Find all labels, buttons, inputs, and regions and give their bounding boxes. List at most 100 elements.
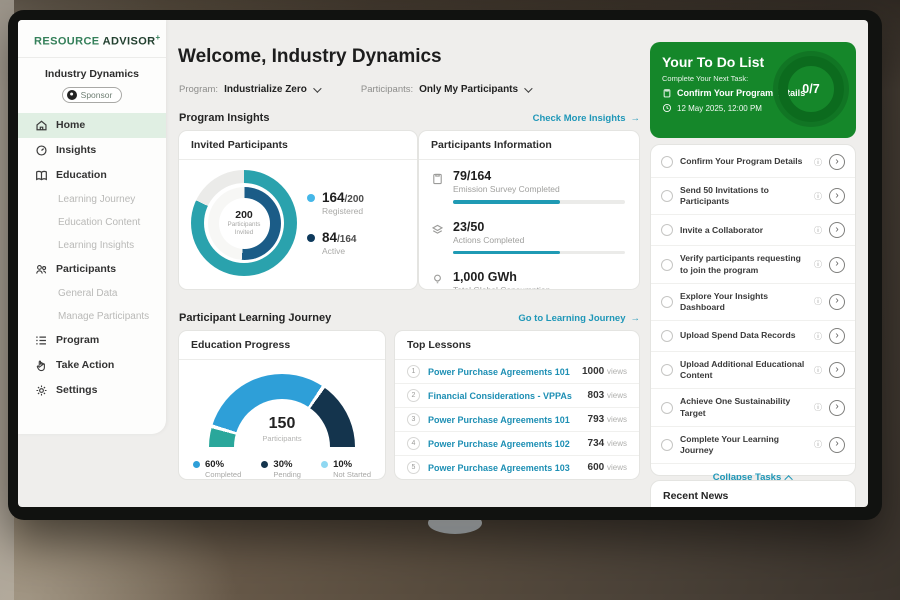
lesson-rank: 5	[407, 461, 420, 474]
filter-label: Program:	[179, 84, 218, 95]
gauge-center-value: 150	[269, 415, 296, 433]
lesson-row: 2 Financial Considerations - VPPAs 803 v…	[395, 384, 639, 408]
sidebar-item[interactable]: Home	[18, 113, 166, 138]
task-checkbox[interactable]	[661, 224, 673, 236]
brand-logo[interactable]: RESOURCE ADVISOR+	[18, 20, 166, 58]
donut-legend: 164/200 Registered 84/164 Active	[307, 190, 364, 256]
task-chevron-button[interactable]: ›	[829, 328, 845, 344]
info-icon: ⓘ	[814, 331, 822, 342]
sidebar-item[interactable]: General Data	[18, 282, 166, 305]
progress-fill	[453, 200, 560, 204]
todo-task-row[interactable]: Send 50 Invitations to Participants ⓘ ›	[651, 178, 855, 215]
insights-icon	[35, 144, 48, 157]
task-checkbox[interactable]	[661, 190, 673, 202]
gauge-legend: 60% Completed 30% Pending	[179, 451, 385, 479]
brand-secondary: ADVISOR	[103, 36, 156, 48]
legend-dot	[321, 461, 328, 468]
take-action-icon	[35, 359, 48, 372]
actions-icon	[431, 223, 444, 236]
task-checkbox[interactable]	[661, 330, 673, 342]
todo-task-row[interactable]: Complete Your Learning Journey ⓘ ›	[651, 427, 855, 464]
sidebar-item[interactable]: Program	[18, 328, 166, 353]
sponsor-badge[interactable]: ● Sponsor	[62, 87, 123, 103]
card-title: Participants Information	[419, 131, 639, 160]
lesson-views-suffix: views	[607, 367, 627, 376]
task-checkbox[interactable]	[661, 259, 673, 271]
task-label: Upload Additional Educational Content	[680, 359, 807, 381]
sidebar-item[interactable]: Education Content	[18, 211, 166, 234]
lesson-link[interactable]: Financial Considerations - VPPAs	[428, 391, 580, 401]
task-checkbox[interactable]	[661, 156, 673, 168]
todo-task-row[interactable]: Upload Additional Educational Content ⓘ …	[651, 352, 855, 389]
todo-task-row[interactable]: Explore Your Insights Dashboard ⓘ ›	[651, 284, 855, 321]
sidebar-item[interactable]: Insights	[18, 138, 166, 163]
todo-task-row[interactable]: Upload Spend Data Records ⓘ ›	[651, 321, 855, 352]
info-value: 1,000 GWh	[453, 270, 625, 284]
todo-task-row[interactable]: Achieve One Sustainability Target ⓘ ›	[651, 389, 855, 426]
info-label: Actions Completed	[453, 235, 625, 245]
check-more-insights-link[interactable]: Check More Insights →	[533, 113, 640, 124]
donut-chart-area: 200 Participants Invited 164/200	[179, 160, 417, 286]
gauge-center-label: Participants	[262, 434, 301, 443]
sponsor-label: Sponsor	[81, 90, 113, 100]
sidebar-item-label: Insights	[56, 144, 96, 156]
arrow-right-icon: →	[631, 313, 641, 324]
legend-dot	[307, 194, 315, 202]
arrow-right-icon: →	[631, 113, 641, 124]
lesson-views: 600	[588, 462, 605, 473]
task-chevron-button[interactable]: ›	[829, 257, 845, 273]
brand-plus: +	[156, 33, 161, 42]
task-chevron-button[interactable]: ›	[829, 437, 845, 453]
task-checkbox[interactable]	[661, 439, 673, 451]
lesson-link[interactable]: Power Purchase Agreements 102	[428, 439, 580, 449]
filter-dropdown[interactable]: Program: Industrialize Zero	[179, 84, 319, 95]
task-chevron-button[interactable]: ›	[829, 188, 845, 204]
todo-task-row[interactable]: Verify participants requesting to join t…	[651, 246, 855, 283]
monitor-bezel: RESOURCE ADVISOR+ Industry Dynamics ● Sp…	[8, 10, 882, 520]
sidebar-item-label: Education	[56, 169, 107, 181]
todo-panel: Your To Do List Complete Your Next Task:…	[650, 20, 856, 507]
lesson-views: 1000	[582, 366, 604, 377]
todo-task-row[interactable]: Confirm Your Program Details ⓘ ›	[651, 147, 855, 178]
lesson-link[interactable]: Power Purchase Agreements 101	[428, 415, 580, 425]
todo-task-row[interactable]: Invite a Collaborator ⓘ ›	[651, 215, 855, 246]
sidebar-item[interactable]: Participants	[18, 257, 166, 282]
brand-primary: RESOURCE	[34, 36, 100, 48]
sidebar-item[interactable]: Education	[18, 163, 166, 188]
sidebar-item[interactable]: Settings	[18, 378, 166, 403]
info-icon: ⓘ	[814, 225, 822, 236]
lesson-link[interactable]: Power Purchase Agreements 103	[428, 463, 580, 473]
education-icon	[35, 169, 48, 182]
lesson-link[interactable]: Power Purchase Agreements 101	[428, 367, 574, 377]
sidebar-item[interactable]: Manage Participants	[18, 305, 166, 328]
lessons-list: 1 Power Purchase Agreements 101 1000 vie…	[395, 360, 639, 479]
participants-icon	[35, 263, 48, 276]
task-chevron-button[interactable]: ›	[829, 154, 845, 170]
task-label: Send 50 Invitations to Participants	[680, 185, 807, 207]
task-checkbox[interactable]	[661, 364, 673, 376]
todo-task-list: Confirm Your Program Details ⓘ › Send 50…	[650, 144, 856, 476]
info-label: Total Global Consumption	[453, 285, 625, 290]
info-icon: ⓘ	[814, 402, 822, 413]
sidebar-item[interactable]: Take Action	[18, 353, 166, 378]
sidebar-item[interactable]: Learning Insights	[18, 234, 166, 257]
info-value: 23/50	[453, 220, 625, 234]
go-to-learning-journey-link[interactable]: Go to Learning Journey →	[518, 313, 640, 324]
task-checkbox[interactable]	[661, 402, 673, 414]
donut-center: 200 Participants Invited	[219, 198, 270, 249]
lesson-row: 3 Power Purchase Agreements 101 793 view…	[395, 408, 639, 432]
task-chevron-button[interactable]: ›	[829, 294, 845, 310]
info-icon: ⓘ	[814, 365, 822, 376]
link-label: Check More Insights	[533, 113, 626, 124]
task-chevron-button[interactable]: ›	[829, 362, 845, 378]
info-label: Emission Survey Completed	[453, 184, 625, 194]
task-chevron-button[interactable]: ›	[829, 400, 845, 416]
sidebar-item[interactable]: Learning Journey	[18, 188, 166, 211]
legend-dot	[307, 234, 315, 242]
legend-label: Pending	[273, 470, 301, 479]
task-checkbox[interactable]	[661, 296, 673, 308]
task-chevron-button[interactable]: ›	[829, 222, 845, 238]
filter-dropdown[interactable]: Participants: Only My Participants	[361, 84, 530, 95]
todo-progress-value: 0/7	[802, 82, 819, 96]
section-title: Program Insights	[179, 112, 269, 124]
